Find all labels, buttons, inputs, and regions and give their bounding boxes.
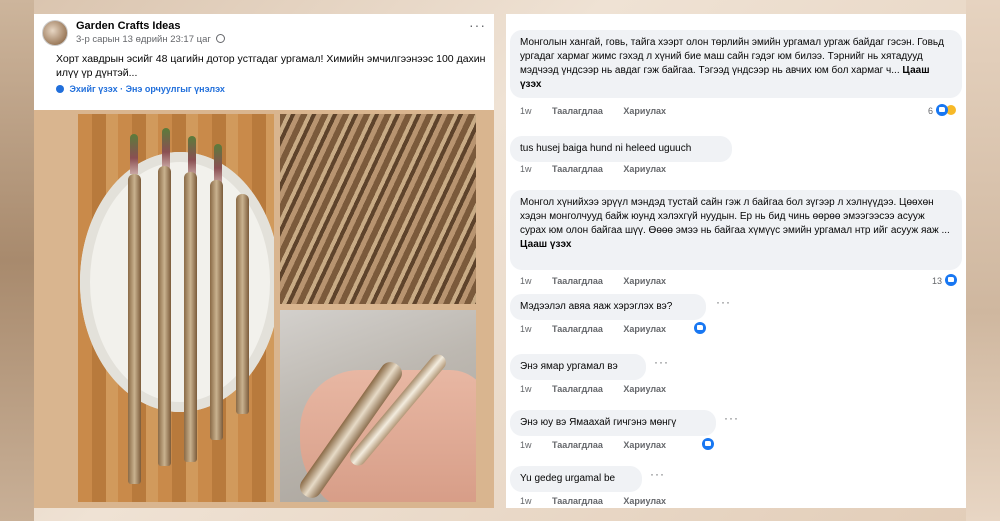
post-header: Garden Crafts Ideas 3-р сарын 13 өдрийн … (34, 14, 494, 54)
reaction-count: 6 (928, 106, 934, 116)
like-button[interactable]: Таалагдлаа (552, 496, 603, 506)
comment-more-icon[interactable]: ··· (654, 356, 669, 368)
reply-button[interactable]: Хариулах (623, 164, 666, 174)
post-photo-collage[interactable] (34, 110, 494, 508)
post-body: Хорт хавдрын эсийг 48 цагийн дотор устга… (56, 53, 486, 79)
comment-text: Yu gedeg urgamal be (520, 473, 616, 484)
comment-time[interactable]: 1w (520, 440, 532, 450)
facebook-post: Garden Crafts Ideas 3-р сарын 13 өдрийн … (34, 14, 494, 508)
thumbs-up-icon (694, 322, 706, 334)
root-leaf (162, 128, 170, 168)
comment-bubble[interactable]: Монголын хангай, говь, тайга хээрт олон … (510, 30, 962, 98)
comment-text: Энэ юу вэ Ямаахай гичгэнэ мөнгү (520, 417, 677, 428)
post-timestamp[interactable]: 3-р сарын 13 өдрийн 23:17 цаг (76, 34, 226, 45)
comment-time[interactable]: 1w (520, 164, 532, 174)
root (184, 172, 197, 462)
photo-roots-on-plate[interactable] (78, 114, 274, 502)
comment-time[interactable]: 1w (520, 384, 532, 394)
root-leaf (188, 136, 196, 176)
reply-button[interactable]: Хариулах (623, 324, 666, 334)
translate-icon (56, 85, 64, 93)
root-leaf (130, 134, 138, 174)
like-button[interactable]: Таалагдлаа (552, 276, 603, 286)
reply-button[interactable]: Хариулах (623, 106, 666, 116)
thumbs-up-icon (944, 274, 957, 286)
comment-actions: 1w Таалагдлаа Хариулах (520, 106, 684, 116)
comment-reactions[interactable] (694, 322, 706, 334)
comment-bubble[interactable]: Энэ ямар ургамал вэ (510, 354, 646, 380)
background-left-strip (0, 0, 34, 521)
comment-actions: 1w Таалагдлаа Хариулах (520, 276, 684, 286)
post-more-icon[interactable]: ··· (469, 18, 486, 32)
page-avatar[interactable] (42, 20, 68, 46)
translate-links-text[interactable]: Эхийг үзэх · Энэ орчуулгыг үнэлэх (70, 84, 225, 94)
thumbs-up-icon (702, 438, 714, 450)
root (128, 174, 141, 484)
reaction-count: 13 (932, 276, 943, 286)
comment-actions: 1w Таалагдлаа Хариулах (520, 440, 684, 450)
photo-root-pile[interactable] (280, 114, 476, 304)
translate-links[interactable]: Эхийг үзэх · Энэ орчуулгыг үнэлэх (56, 84, 225, 94)
comments-panel: Монголын хангай, говь, тайга хээрт олон … (506, 14, 966, 508)
comment-time[interactable]: 1w (520, 276, 532, 286)
comment-reactions[interactable]: 6 (928, 104, 957, 116)
root (210, 180, 223, 440)
comment-actions: 1w Таалагдлаа Хариулах (520, 384, 684, 394)
comment-text: tus husej baiga hund ni heleed uguuch (520, 143, 692, 154)
post-text: Хорт хавдрын эсийг 48 цагийн дотор устга… (56, 52, 486, 80)
comment-time[interactable]: 1w (520, 324, 532, 334)
comment-text: Монгол хүнийхээ эрүүл мэндэд тустай сайн… (520, 197, 950, 236)
root (236, 194, 249, 414)
comment-bubble[interactable]: tus husej baiga hund ni heleed uguuch (510, 136, 732, 162)
comment-bubble[interactable]: Монгол хүнийхээ эрүүл мэндэд тустай сайн… (510, 190, 962, 270)
comment-actions: 1w Таалагдлаа Хариулах (520, 164, 684, 174)
reply-button[interactable]: Хариулах (623, 384, 666, 394)
comment-reactions[interactable]: 13 (932, 274, 957, 286)
background-right-strip (966, 0, 1000, 521)
see-more-link[interactable]: Цааш үзэх (520, 239, 571, 250)
root-leaf (214, 144, 222, 184)
comment-time[interactable]: 1w (520, 106, 532, 116)
comment-time[interactable]: 1w (520, 496, 532, 506)
reply-button[interactable]: Хариулах (623, 276, 666, 286)
post-timestamp-text[interactable]: 3-р сарын 13 өдрийн 23:17 цаг (76, 34, 211, 45)
comment-text: Монголын хангай, говь, тайга хээрт олон … (520, 37, 944, 76)
photo-root-in-hand[interactable] (280, 310, 476, 502)
reply-button[interactable]: Хариулах (623, 440, 666, 450)
like-button[interactable]: Таалагдлаа (552, 106, 603, 116)
thumbs-up-icon (935, 104, 948, 116)
like-button[interactable]: Таалагдлаа (552, 164, 603, 174)
comment-more-icon[interactable]: ··· (716, 296, 731, 308)
comment-bubble[interactable]: Yu gedeg urgamal be (510, 466, 642, 492)
comment-more-icon[interactable]: ··· (650, 468, 665, 480)
root (158, 166, 171, 466)
comment-text: Энэ ямар ургамал вэ (520, 361, 618, 372)
comment-bubble[interactable]: Энэ юу вэ Ямаахай гичгэнэ мөнгү (510, 410, 716, 436)
like-button[interactable]: Таалагдлаа (552, 324, 603, 334)
reply-button[interactable]: Хариулах (623, 496, 666, 506)
like-button[interactable]: Таалагдлаа (552, 384, 603, 394)
like-button[interactable]: Таалагдлаа (552, 440, 603, 450)
comment-reactions[interactable] (702, 438, 714, 450)
globe-icon (216, 34, 226, 43)
comment-text: Мэдээлэл авяа яаж хэрэглэх вэ? (520, 301, 673, 312)
page-name[interactable]: Garden Crafts Ideas (76, 20, 181, 32)
comment-bubble[interactable]: Мэдээлэл авяа яаж хэрэглэх вэ? (510, 294, 706, 320)
comment-more-icon[interactable]: ··· (724, 412, 739, 424)
comment-actions: 1w Таалагдлаа Хариулах (520, 496, 684, 506)
comment-actions: 1w Таалагдлаа Хариулах (520, 324, 684, 334)
